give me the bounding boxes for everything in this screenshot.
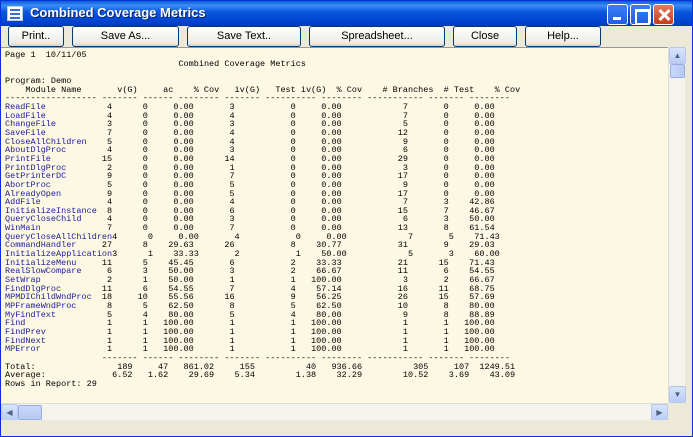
toolbar: Print.. Save As... Save Text.. Spreadshe… (1, 26, 692, 47)
chevron-left-icon: ◀ (6, 408, 13, 417)
scroll-up-button[interactable]: ▲ (669, 47, 686, 64)
save-as-button[interactable]: Save As... (72, 26, 179, 47)
vertical-scroll-thumb[interactable] (670, 64, 685, 78)
minimize-button[interactable] (607, 4, 628, 25)
scrollbar-corner (668, 403, 685, 420)
chevron-up-icon: ▲ (673, 51, 682, 60)
rows-in-report: Rows in Report: 29 (5, 378, 97, 389)
report-heading: Combined Coverage Metrics (178, 58, 306, 69)
report-rows: ReadFile 4 0 0.00 3 0 0.00 7 0 0.00 Load… (5, 102, 500, 354)
chevron-right-icon: ▶ (656, 408, 663, 417)
app-icon (7, 6, 23, 21)
coverage-window: Combined Coverage Metrics Print.. Save A… (0, 0, 693, 437)
maximize-button[interactable] (630, 4, 651, 25)
title-bar[interactable]: Combined Coverage Metrics (1, 1, 692, 26)
chevron-down-icon: ▼ (673, 390, 682, 399)
spreadsheet-button[interactable]: Spreadsheet... (309, 26, 445, 47)
window-title: Combined Coverage Metrics (30, 5, 206, 20)
status-bar (1, 420, 692, 436)
scroll-right-button[interactable]: ▶ (651, 404, 668, 421)
scroll-left-button[interactable]: ◀ (1, 404, 18, 421)
scroll-down-button[interactable]: ▼ (669, 386, 686, 403)
horizontal-scrollbar[interactable]: ◀ ▶ (1, 403, 668, 421)
report-text: Page 1 10/11/05 Combined Coverage Metric… (5, 51, 520, 389)
close-button[interactable]: Close (453, 26, 517, 47)
print-button[interactable]: Print.. (8, 26, 64, 47)
report-view[interactable]: Page 1 10/11/05 Combined Coverage Metric… (1, 47, 668, 403)
vertical-scrollbar[interactable]: ▲ ▼ (668, 47, 686, 403)
close-window-button[interactable] (653, 4, 674, 25)
save-text-button[interactable]: Save Text.. (187, 26, 301, 47)
help-button[interactable]: Help... (525, 26, 601, 47)
horizontal-scroll-thumb[interactable] (18, 405, 42, 420)
